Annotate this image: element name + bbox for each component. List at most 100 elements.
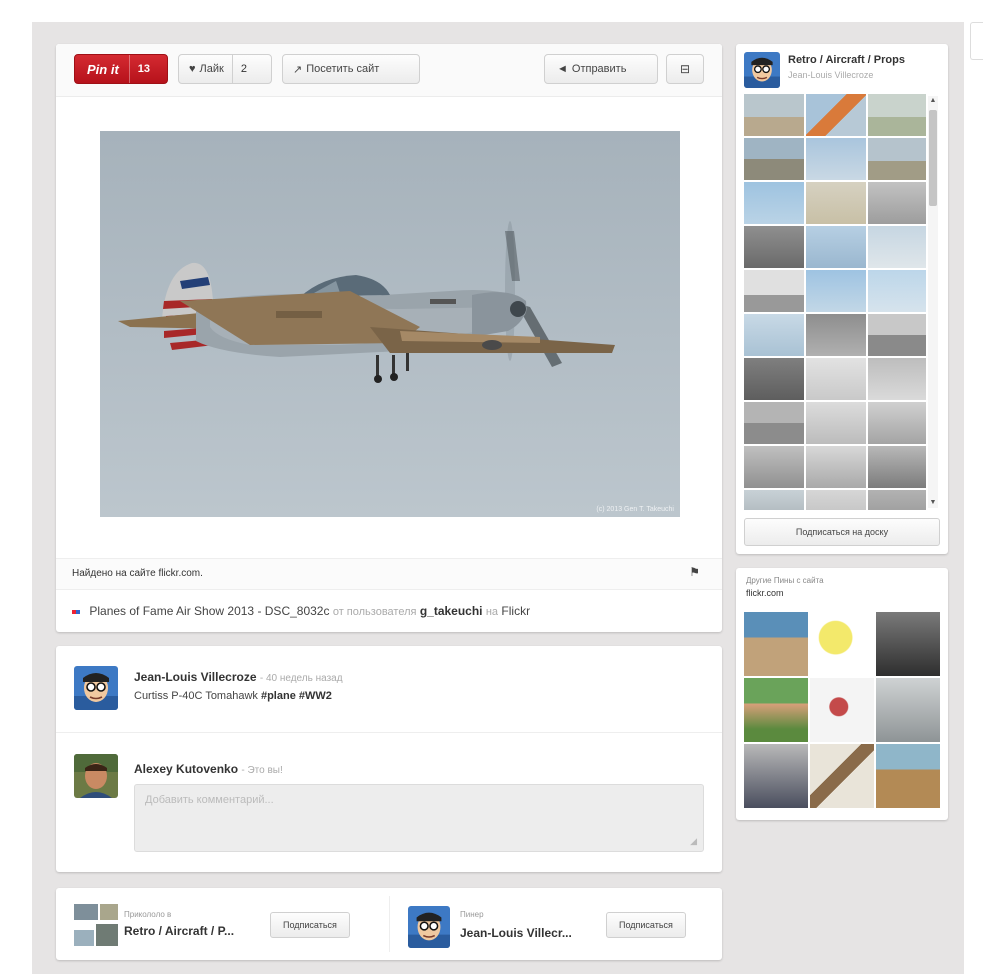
flag-icon[interactable]: ⚑ [689,565,700,579]
board-thumbnails[interactable] [74,904,118,946]
scroll-down-icon[interactable]: ▼ [928,498,938,508]
board-pin-thumb[interactable] [744,94,804,136]
other-pin-thumb[interactable] [744,678,808,742]
board-pin-thumb[interactable] [744,402,804,444]
board-scrollbar[interactable]: ▲ ▼ [928,96,938,508]
pinner-avatar[interactable] [408,906,450,948]
board-pin-thumb[interactable] [806,182,866,224]
scroll-thumb[interactable] [929,110,937,206]
pin-toolbar: Pin it 13 ♥ Лайк 2 ↗ Посетить сайт ◄ Отп… [56,44,722,97]
follow-board-button[interactable]: Подписаться [270,912,350,938]
comment-author-name[interactable]: Jean-Louis Villecroze [134,670,257,684]
board-pin-thumb[interactable] [806,402,866,444]
board-pin-thumb[interactable] [744,270,804,312]
board-owner-avatar[interactable] [744,52,780,88]
other-pin-thumb[interactable] [810,744,874,808]
source-title[interactable]: Planes of Fame Air Show 2013 - DSC_8032c [89,604,329,618]
board-thumb [74,904,98,920]
other-pin-thumb[interactable] [876,678,940,742]
other-pin-thumb[interactable] [744,612,808,676]
board-pin-thumb[interactable] [868,182,926,224]
photo-watermark: (c) 2013 Gen T. Takeuchi [596,506,674,513]
like-button[interactable]: ♥ Лайк 2 [178,54,272,84]
board-pin-thumb[interactable] [868,138,926,180]
board-pin-thumb[interactable] [868,358,926,400]
visit-site-label: Посетить сайт [306,63,380,75]
board-pin-thumb[interactable] [868,314,926,356]
board-pin-thumb[interactable] [744,182,804,224]
current-user-avatar[interactable] [74,754,118,798]
heart-icon: ♥ [189,63,196,75]
other-pins-domain[interactable]: flickr.com [746,588,784,598]
board-pin-thumb[interactable] [806,490,866,510]
board-thumb [100,904,118,920]
other-pin-thumb[interactable] [876,744,940,808]
pinner-label: Пинер [460,910,484,919]
send-label: Отправить [571,63,627,75]
comment-input[interactable]: Добавить комментарий... ◢ [134,784,704,852]
board-pin-thumb[interactable] [744,490,804,510]
follow-board-main-button[interactable]: Подписаться на доску [744,518,940,546]
current-user-name[interactable]: Alexey Kutovenko [134,762,238,776]
comment-placeholder: Добавить комментарий... [145,794,274,806]
source-on: на [485,606,499,618]
board-pin-thumb[interactable] [868,226,926,268]
board-thumb [74,930,94,946]
board-pin-thumb[interactable] [744,314,804,356]
other-pin-thumb[interactable] [810,678,874,742]
board-pin-thumb[interactable] [806,446,866,488]
source-username[interactable]: g_takeuchi [420,604,483,618]
like-count: 2 [231,55,255,83]
like-label: Лайк [199,63,224,75]
board-pin-thumb[interactable] [744,226,804,268]
other-pin-thumb[interactable] [876,612,940,676]
pinner-name[interactable]: Jean-Louis Villecr... [460,926,572,940]
found-on-text[interactable]: Найдено на сайте flickr.com. [72,568,203,579]
board-pin-thumb[interactable] [806,138,866,180]
source-site[interactable]: Flickr [501,604,530,618]
board-pin-thumb[interactable] [806,94,866,136]
board-pin-thumb[interactable] [868,446,926,488]
board-pin-thumb[interactable] [868,402,926,444]
board-pin-thumb[interactable] [744,446,804,488]
board-owner[interactable]: Jean-Louis Villecroze [788,70,873,80]
board-pin-thumb[interactable] [806,358,866,400]
side-tab[interactable] [970,22,983,60]
board-pin-thumb[interactable] [806,226,866,268]
send-button[interactable]: ◄ Отправить [544,54,658,84]
comments-card: Jean-Louis Villecroze - 40 недель назад … [56,646,722,872]
cartoon-avatar-icon [744,52,780,88]
send-icon: ◄ [557,63,568,75]
comment-hashtags[interactable]: #plane #WW2 [261,690,332,702]
pin-it-button[interactable]: Pin it 13 [74,54,168,84]
other-pin-thumb[interactable] [810,612,874,676]
cartoon-avatar-icon [408,906,450,948]
board-pin-thumb[interactable] [868,94,926,136]
board-title[interactable]: Retro / Aircraft / Props [788,54,905,66]
scroll-up-icon[interactable]: ▲ [928,96,938,106]
board-card: Retro / Aircraft / Props Jean-Louis Vill… [736,44,948,554]
resize-handle-icon[interactable]: ◢ [690,836,697,847]
embed-button[interactable]: ⊟ [666,54,704,84]
avatar[interactable] [74,666,118,710]
board-pin-thumb[interactable] [806,314,866,356]
user-photo-icon [74,754,118,798]
board-pin-thumb[interactable] [868,490,926,510]
comment-text-prefix: Curtiss P-40C Tomahawk [134,690,258,702]
found-on-bar: Найдено на сайте flickr.com. ⚑ [56,558,722,590]
visit-site-button[interactable]: ↗ Посетить сайт [282,54,420,84]
external-link-icon: ↗ [293,63,303,76]
board-pin-thumb[interactable] [744,138,804,180]
board-pin-thumb[interactable] [868,270,926,312]
board-pin-thumb[interactable] [806,270,866,312]
other-pin-thumb[interactable] [744,744,808,808]
pinned-to-label: Прикололо в [124,910,172,919]
pinned-board-name[interactable]: Retro / Aircraft / P... [124,924,234,938]
board-thumb [96,924,118,946]
follow-pinner-button[interactable]: Подписаться [606,912,686,938]
pin-image[interactable]: (c) 2013 Gen T. Takeuchi [100,131,680,517]
embed-icon: ⊟ [679,62,691,76]
board-pin-thumb[interactable] [744,358,804,400]
current-user-note: - Это вы! [241,765,283,776]
pin-it-label: Pin it [87,61,119,77]
